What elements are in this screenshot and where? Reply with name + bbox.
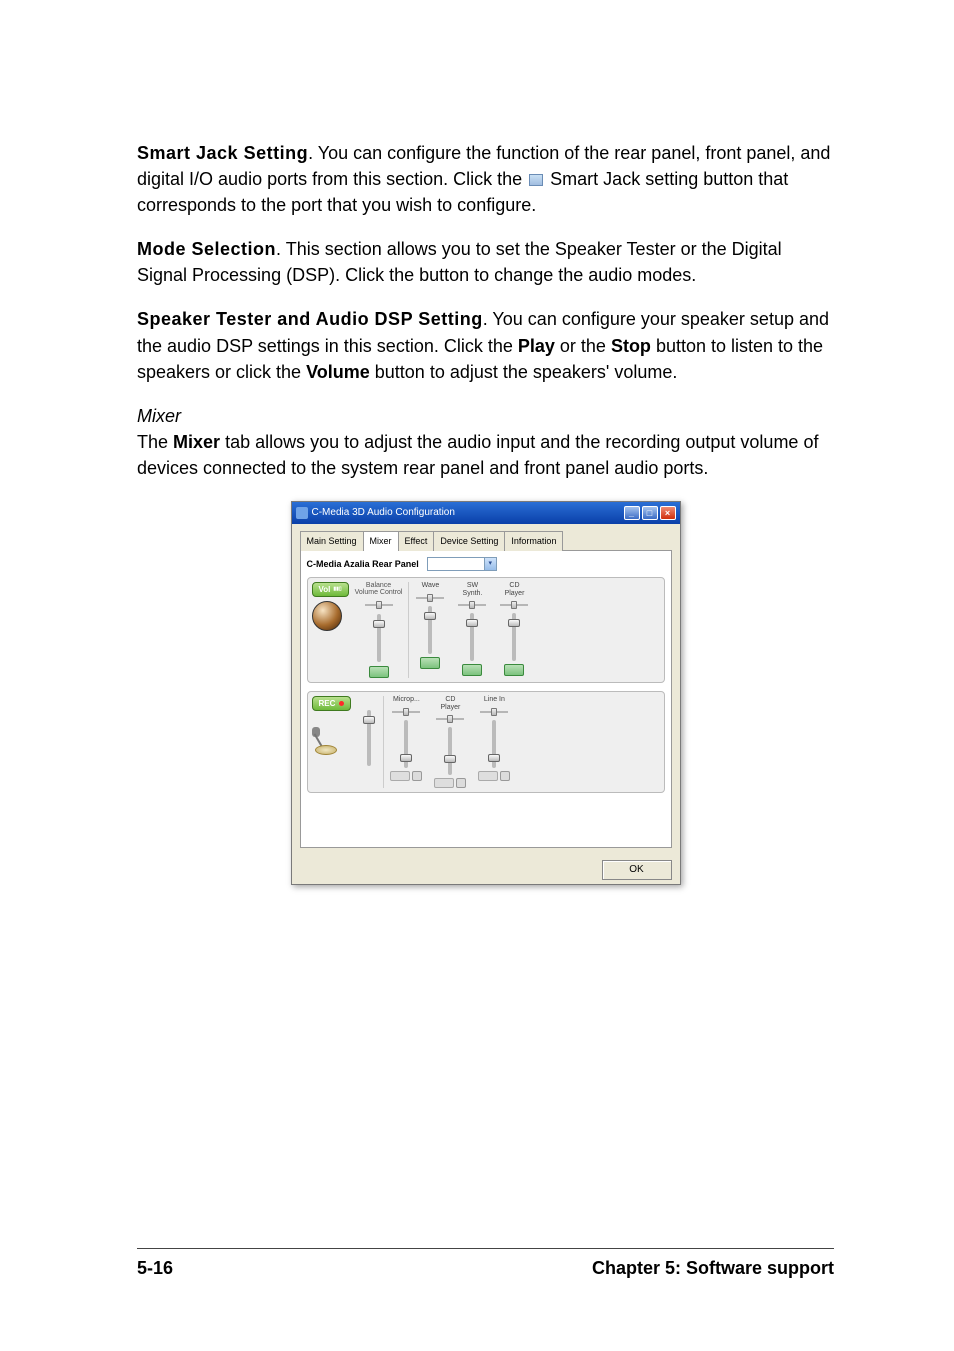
speaker-tester-text-4: button to adjust the speakers' volume. (370, 362, 678, 382)
synth-mute-button[interactable] (462, 664, 482, 676)
tab-mixer[interactable]: Mixer (363, 531, 399, 551)
record-dot-icon (339, 701, 344, 706)
ok-button[interactable]: OK (602, 860, 672, 880)
synth-balance-slider[interactable] (457, 600, 487, 610)
rec-cd-select-button[interactable] (456, 778, 466, 788)
tab-main-setting[interactable]: Main Setting (300, 531, 364, 551)
mode-selection-title: Mode Selection (137, 239, 276, 259)
channel-line-in: Line In (478, 696, 510, 781)
maximize-button[interactable]: □ (642, 506, 658, 520)
channel-label: Line In (484, 696, 505, 703)
minimize-button[interactable]: _ (624, 506, 640, 520)
microphone-icon (312, 721, 340, 755)
close-button[interactable]: × (660, 506, 676, 520)
audio-config-dialog: C-Media 3D Audio Configuration _ □ × Mai… (291, 501, 681, 885)
channel-sw-synth: SWSynth. (457, 582, 487, 676)
wave-balance-slider[interactable] (415, 593, 445, 603)
rec-cd-volume-slider[interactable] (442, 727, 458, 775)
smart-jack-paragraph: Smart Jack Setting. You can configure th… (137, 140, 834, 218)
tab-effect[interactable]: Effect (398, 531, 435, 551)
volume-label: Volume (306, 362, 370, 382)
rec-pill-label: REC (319, 698, 336, 710)
stop-label: Stop (611, 336, 651, 356)
master-balance-slider[interactable] (364, 600, 394, 610)
master-volume-slider[interactable] (371, 614, 387, 662)
chapter-title: Chapter 5: Software support (592, 1255, 834, 1281)
playback-channels: Wave SWSynth. CDPlayer (415, 582, 529, 678)
mixer-paragraph: The Mixer tab allows you to adjust the a… (137, 429, 834, 481)
smart-jack-title: Smart Jack Setting (137, 143, 308, 163)
tab-information[interactable]: Information (504, 531, 563, 551)
rec-master-volume-slider[interactable] (361, 710, 377, 766)
channel-label: Microp... (393, 696, 420, 703)
channel-label: CD (445, 696, 455, 703)
dialog-app-icon (296, 507, 308, 519)
recording-channels: Microp... CDPlayer (390, 696, 510, 788)
channel-sublabel: Player (505, 590, 525, 597)
linein-select-button[interactable] (500, 771, 510, 781)
dialog-tabs: Main Setting Mixer Effect Device Setting… (300, 530, 672, 550)
cd-volume-slider[interactable] (506, 613, 522, 661)
channel-sublabel: Synth. (463, 590, 483, 597)
cd-balance-slider[interactable] (499, 600, 529, 610)
speaker-tester-paragraph: Speaker Tester and Audio DSP Setting. Yo… (137, 306, 834, 384)
mic-select-button[interactable] (412, 771, 422, 781)
panel-label: C-Media Azalia Rear Panel (307, 558, 419, 571)
panel-dropdown[interactable]: ▾ (427, 557, 497, 571)
linein-mute-button[interactable] (478, 771, 498, 781)
mixer-text-1: The (137, 432, 173, 452)
wave-mute-button[interactable] (420, 657, 440, 669)
dialog-title: C-Media 3D Audio Configuration (312, 506, 624, 521)
balance-label: Balance (366, 582, 391, 589)
mixer-tab-content: C-Media Azalia Rear Panel ▾ Vol ▮▮▯ (300, 550, 672, 848)
linein-balance-slider[interactable] (479, 707, 509, 717)
play-label: Play (518, 336, 555, 356)
mic-mute-button[interactable] (390, 771, 410, 781)
channel-label: SW (467, 582, 478, 589)
speaker-tester-title: Speaker Tester and Audio DSP Setting (137, 309, 483, 329)
rec-pill[interactable]: REC (312, 696, 352, 711)
mode-selection-paragraph: Mode Selection. This section allows you … (137, 236, 834, 288)
master-volume-knob[interactable] (312, 601, 342, 631)
playback-panel: Vol ▮▮▯ BalanceVolume Control (307, 577, 665, 683)
mixer-heading: Mixer (137, 403, 834, 429)
cd-mute-button[interactable] (504, 664, 524, 676)
tab-device-setting[interactable]: Device Setting (433, 531, 505, 551)
vol-pill[interactable]: Vol ▮▮▯ (312, 582, 349, 597)
master-mute-button[interactable] (369, 666, 389, 678)
mixer-text-2: tab allows you to adjust the audio input… (137, 432, 818, 478)
smart-jack-inline-icon (529, 174, 543, 186)
volume-control-label: Volume Control (355, 589, 403, 596)
mic-volume-slider[interactable] (398, 720, 414, 768)
channel-label: CD (509, 582, 519, 589)
rec-cd-balance-slider[interactable] (435, 714, 465, 724)
dialog-titlebar: C-Media 3D Audio Configuration _ □ × (292, 502, 680, 524)
page-footer: 5-16 Chapter 5: Software support (137, 1248, 834, 1281)
channel-cd-player: CDPlayer (499, 582, 529, 676)
chevron-down-icon: ▾ (484, 558, 496, 570)
speaker-tester-text-2: or the (555, 336, 611, 356)
linein-volume-slider[interactable] (486, 720, 502, 768)
mixer-bold: Mixer (173, 432, 220, 452)
channel-wave: Wave (415, 582, 445, 669)
vol-pill-label: Vol (319, 584, 331, 596)
mic-balance-slider[interactable] (391, 707, 421, 717)
page-number: 5-16 (137, 1255, 173, 1281)
recording-panel: REC (307, 691, 665, 793)
channel-sublabel: Player (440, 704, 460, 711)
channel-rec-cd-player: CDPlayer (434, 696, 466, 788)
rec-cd-mute-button[interactable] (434, 778, 454, 788)
channel-microphone: Microp... (390, 696, 422, 781)
synth-volume-slider[interactable] (464, 613, 480, 661)
wave-volume-slider[interactable] (422, 606, 438, 654)
channel-label: Wave (422, 582, 440, 589)
